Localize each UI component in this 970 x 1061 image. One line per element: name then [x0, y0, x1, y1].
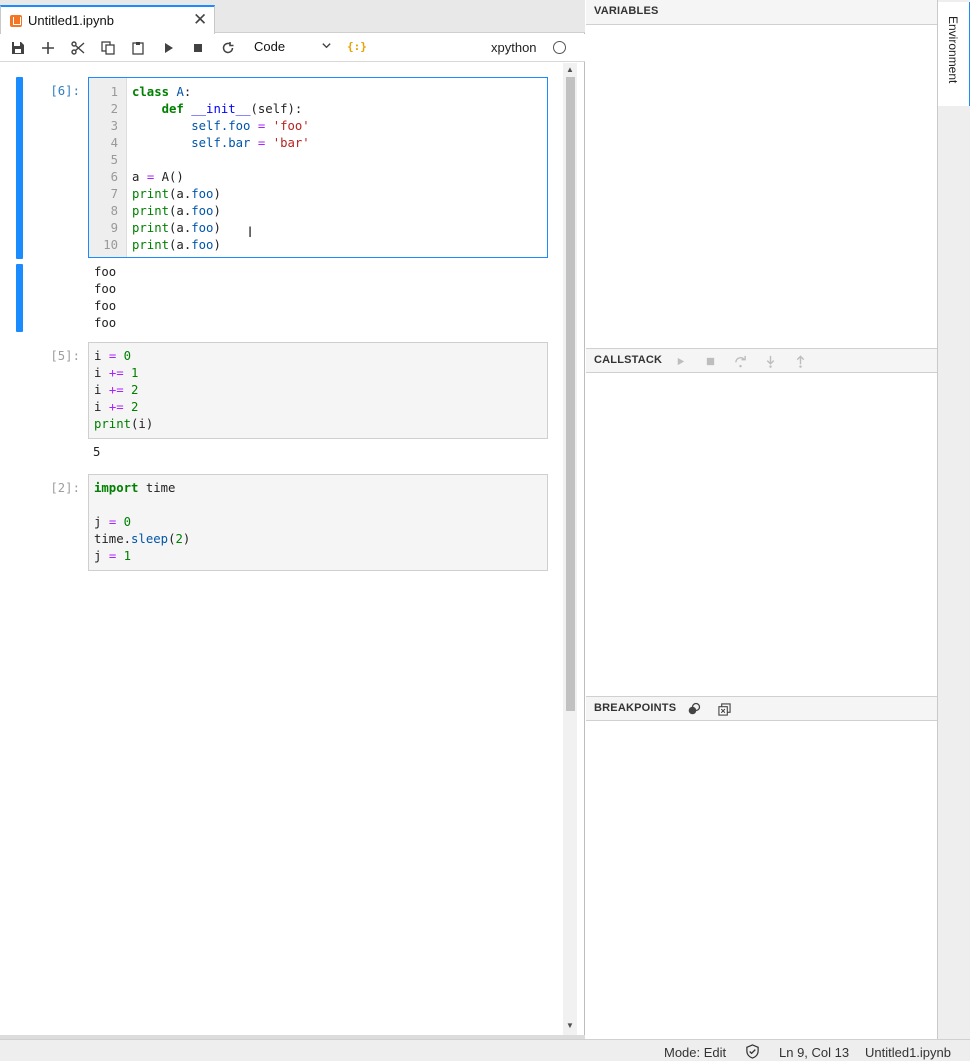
scroll-up-icon[interactable]: ▲ [566, 65, 574, 74]
callstack-title: CALLSTACK [594, 354, 663, 366]
cell-prompt: [5]: [50, 349, 80, 363]
code-line: a = A() [132, 170, 184, 184]
cell-prompt: [6]: [50, 84, 80, 98]
code-line: class A: [132, 85, 192, 99]
add-icon[interactable] [38, 38, 58, 58]
code-line: time.sleep(2) [94, 532, 191, 546]
continue-icon[interactable] [672, 353, 688, 369]
code-line: i += 1 [94, 366, 139, 380]
code-line: j = 0 [94, 515, 132, 529]
line-number: 9 [110, 221, 118, 235]
terminate-icon[interactable] [702, 353, 718, 369]
step-in-icon[interactable] [762, 353, 778, 369]
line-number: 1 [110, 85, 118, 99]
shield-check-icon[interactable] [745, 1044, 760, 1061]
output-line: 5 [93, 445, 101, 459]
breakpoints-title: BREAKPOINTS [594, 702, 677, 714]
breakpoints-header: BREAKPOINTS [586, 696, 937, 721]
save-icon[interactable] [8, 38, 28, 58]
restart-icon[interactable] [218, 38, 238, 58]
line-number: 4 [110, 136, 118, 150]
notebook-icon [10, 15, 22, 27]
stop-icon[interactable] [188, 38, 208, 58]
code-line: self.foo = 'foo' [191, 119, 310, 133]
tab-label: Untitled1.ipynb [28, 13, 114, 28]
remove-all-breakpoints-icon[interactable] [716, 701, 732, 717]
line-number: 8 [110, 204, 118, 218]
paste-icon[interactable] [128, 38, 148, 58]
code-line: i += 2 [94, 383, 139, 397]
line-number: 5 [110, 153, 118, 167]
tab-environment[interactable]: Environment [938, 2, 970, 106]
step-out-icon[interactable] [792, 353, 808, 369]
output-line: foo [94, 282, 117, 296]
notebook-toolbar: Code {:} xpython [0, 34, 585, 62]
cell-type-select[interactable]: Code [246, 39, 336, 57]
cut-icon[interactable] [68, 38, 88, 58]
file-name-status: Untitled1.ipynb [865, 1045, 951, 1060]
notebook-scrollbar[interactable]: ▲ ▼ [563, 63, 577, 1035]
step-over-icon[interactable] [732, 353, 748, 369]
debugger-panel: VARIABLES CALLSTACK BREAKPOINTS [586, 0, 937, 1039]
notebook-content: [6]: 1 2 3 4 5 6 7 8 9 10 class A: def _… [0, 63, 578, 1035]
output-collapser[interactable] [16, 264, 23, 332]
code-editor[interactable]: i = 0 i += 1 i += 2 i += 2 print(i) [88, 342, 548, 439]
text-cursor-icon: I [248, 225, 253, 241]
chevron-down-icon [321, 39, 332, 54]
cell-prompt: [2]: [50, 481, 80, 495]
line-number: 10 [103, 238, 118, 252]
kernel-name[interactable]: xpython [491, 40, 537, 55]
right-sidebar: Environment [937, 0, 970, 1039]
output-line: foo [94, 299, 117, 313]
kernel-status-icon [553, 41, 566, 54]
code-editor[interactable]: import time j = 0 time.sleep(2) j = 1 [88, 474, 548, 571]
variable-inspector-icon[interactable]: {:} [347, 40, 367, 53]
line-number: 6 [110, 170, 118, 184]
line-number: 7 [110, 187, 118, 201]
output-line: foo [94, 316, 117, 330]
line-number-gutter: 1 2 3 4 5 6 7 8 9 10 [89, 78, 127, 257]
line-number: 2 [110, 102, 118, 116]
cell-collapser[interactable] [16, 77, 23, 259]
output-line: foo [94, 265, 117, 279]
copy-icon[interactable] [98, 38, 118, 58]
code-line: i += 2 [94, 400, 139, 414]
line-number: 3 [110, 119, 118, 133]
tab-untitled1[interactable]: Untitled1.ipynb ✕ [0, 5, 215, 34]
tab-bar: Untitled1.ipynb ✕ [0, 0, 585, 34]
scroll-down-icon[interactable]: ▼ [566, 1021, 574, 1030]
code-line: print(a.foo) [132, 204, 221, 218]
scroll-thumb[interactable] [566, 77, 575, 711]
notebook-panel: Untitled1.ipynb ✕ Code {:} xpython [6]: … [0, 0, 585, 1039]
code-line: i = 0 [94, 349, 132, 363]
variables-header: VARIABLES [586, 0, 937, 25]
close-icon[interactable]: ✕ [193, 10, 207, 30]
run-icon[interactable] [158, 38, 178, 58]
status-bar: Mode: Edit Ln 9, Col 13 Untitled1.ipynb [0, 1039, 970, 1061]
toggle-breakpoints-icon[interactable] [686, 701, 702, 717]
code-line: print(i) [94, 417, 154, 431]
cursor-position[interactable]: Ln 9, Col 13 [779, 1045, 849, 1060]
code-line: print(a.foo) [132, 187, 221, 201]
mode-status[interactable]: Mode: Edit [664, 1045, 726, 1060]
code-line: self.bar = 'bar' [191, 136, 310, 150]
variables-title: VARIABLES [594, 5, 659, 17]
code-line: j = 1 [94, 549, 132, 563]
callstack-header: CALLSTACK [586, 348, 937, 373]
code-line: print(a.foo) [132, 238, 221, 252]
code-line: print(a.foo) [132, 221, 221, 235]
code-editor[interactable]: 1 2 3 4 5 6 7 8 9 10 class A: def __init… [88, 77, 548, 258]
jupyterlab-window: Untitled1.ipynb ✕ Code {:} xpython [6]: … [0, 0, 970, 1061]
environment-label: Environment [946, 16, 960, 84]
code-line: import time [94, 481, 176, 495]
cell-type-value: Code [254, 39, 286, 54]
code-line: def __init__(self): [161, 102, 303, 116]
